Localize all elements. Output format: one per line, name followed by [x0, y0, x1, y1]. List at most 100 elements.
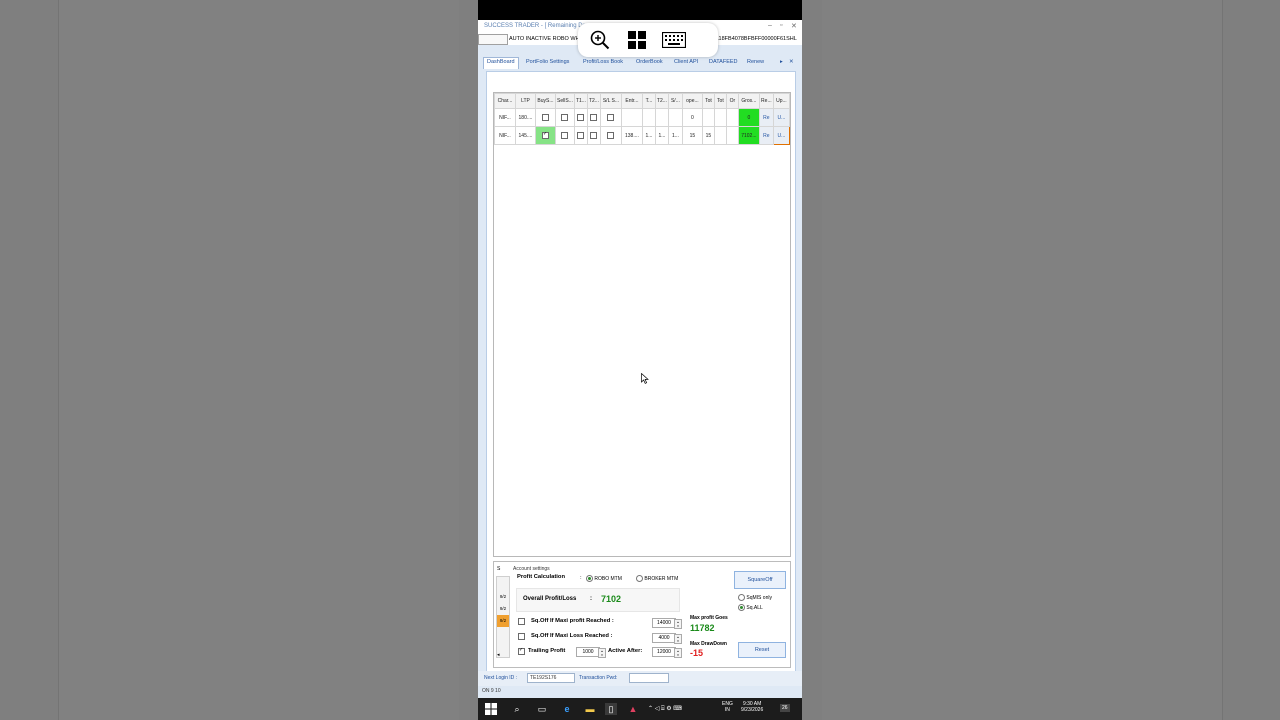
- update-row-button[interactable]: U...: [772, 126, 791, 145]
- column-header[interactable]: Entr...: [620, 93, 643, 109]
- sqall-radio[interactable]: Sq.ALL: [738, 604, 763, 611]
- tray-icons[interactable]: ⌃ ◁ ⌸ ⚙ ⌨: [648, 705, 682, 713]
- tab-profit-loss-book[interactable]: Profit/Loss Book: [583, 59, 623, 65]
- status-input-box[interactable]: [478, 34, 508, 45]
- squareoff-button[interactable]: SquareOff: [734, 571, 786, 589]
- column-header[interactable]: Gros...: [737, 93, 760, 109]
- robo-mtm-radio-dot[interactable]: [586, 575, 593, 582]
- reset-row-button[interactable]: Re: [758, 126, 774, 145]
- maxi-profit-checkbox-box[interactable]: [518, 618, 525, 625]
- start-icon[interactable]: [485, 703, 497, 715]
- clock[interactable]: 9:30 AM 9/23/2026: [741, 701, 763, 713]
- sqmis-radio-dot[interactable]: [738, 594, 745, 601]
- column-header[interactable]: Or: [725, 93, 739, 109]
- tab-portfolio-settings[interactable]: PortFolio Settings: [526, 59, 569, 65]
- t1-checkbox[interactable]: [577, 132, 585, 139]
- tab-client-api[interactable]: Client API: [674, 59, 698, 65]
- buy-checkbox[interactable]: [541, 114, 549, 121]
- cell-t2[interactable]: [586, 126, 601, 145]
- tab-close-icon[interactable]: ✕: [789, 59, 794, 65]
- sqall-radio-dot[interactable]: [738, 604, 745, 611]
- sell-checkbox[interactable]: [561, 114, 569, 121]
- close-icon[interactable]: ✕: [791, 22, 797, 30]
- column-header[interactable]: T...: [641, 93, 656, 109]
- cell-buy[interactable]: [534, 108, 556, 127]
- column-header[interactable]: BuyS...: [534, 93, 556, 109]
- zoom-icon[interactable]: [590, 30, 610, 50]
- buy-checkbox[interactable]: [541, 131, 549, 139]
- sl-checkbox[interactable]: [607, 114, 615, 121]
- sqmis-only-radio[interactable]: SqMIS only: [738, 594, 772, 601]
- windows-logo-icon[interactable]: [628, 31, 646, 49]
- column-header[interactable]: SellS...: [554, 93, 575, 109]
- maxi-profit-checkbox[interactable]: [518, 618, 525, 625]
- column-header[interactable]: T1...: [573, 93, 588, 109]
- date-list[interactable]: 9/2 9/2 9/2 ◂: [496, 576, 510, 658]
- broker-mtm-radio-dot[interactable]: [636, 575, 643, 582]
- update-row-button[interactable]: U...: [772, 108, 791, 127]
- tab-renew[interactable]: Renew: [747, 59, 764, 65]
- txn-pwd-field[interactable]: [629, 673, 669, 683]
- active-after-stepper[interactable]: 12000 ▴ ▾: [652, 647, 682, 658]
- trading-app-icon[interactable]: ▲: [627, 703, 639, 715]
- reset-button[interactable]: Reset: [738, 642, 786, 658]
- trailing-checkbox[interactable]: [518, 647, 525, 655]
- stepper-arrows-icon[interactable]: ▴ ▾: [674, 619, 682, 629]
- maxi-loss-checkbox[interactable]: [518, 633, 525, 640]
- notification-icon[interactable]: 26: [780, 704, 790, 712]
- notepad-icon[interactable]: ▯: [605, 703, 617, 715]
- column-header[interactable]: Up...: [772, 93, 791, 109]
- column-header[interactable]: ope...: [681, 93, 703, 109]
- list-item[interactable]: 9/2: [497, 591, 509, 603]
- column-header[interactable]: Re...: [758, 93, 774, 109]
- maximize-icon[interactable]: ▫: [780, 22, 782, 29]
- maxi-profit-stepper[interactable]: 14000 ▴ ▾: [652, 618, 682, 629]
- list-item[interactable]: 9/2: [497, 603, 509, 615]
- search-icon[interactable]: ⌕: [511, 703, 523, 715]
- task-view-icon[interactable]: ▭: [536, 703, 548, 715]
- column-header[interactable]: S/L S...: [599, 93, 622, 109]
- maxi-loss-checkbox-box[interactable]: [518, 633, 525, 640]
- table-row[interactable]: NIF... 145.... 138.... 1... 1... 1... 15…: [494, 126, 791, 145]
- minimize-icon[interactable]: –: [768, 22, 772, 29]
- stepper-arrows-icon[interactable]: ▴ ▾: [674, 634, 682, 644]
- robo-mtm-radio[interactable]: ROBO MTM: [586, 575, 622, 582]
- cell-sell[interactable]: [554, 126, 575, 145]
- column-header[interactable]: Tot: [713, 93, 727, 109]
- list-item[interactable]: 9/2: [497, 615, 509, 627]
- tab-datafeed[interactable]: DATAFEED: [709, 59, 738, 65]
- t1-checkbox[interactable]: [577, 114, 585, 121]
- broker-mtm-radio[interactable]: BROKER MTM: [636, 575, 678, 582]
- tab-dashboard[interactable]: DashBoard: [483, 57, 519, 69]
- cell-t1[interactable]: [573, 108, 588, 127]
- file-explorer-icon[interactable]: ▬: [584, 703, 596, 715]
- cell-buy[interactable]: [534, 126, 556, 145]
- trailing-stepper[interactable]: 1000 ▴ ▾: [576, 647, 606, 658]
- stepper-arrows-icon[interactable]: ▴ ▾: [674, 648, 682, 658]
- trailing-checkbox-box[interactable]: [518, 647, 525, 655]
- cell-sell[interactable]: [554, 108, 575, 127]
- cell-sl[interactable]: [599, 126, 622, 145]
- edge-browser-icon[interactable]: e: [561, 703, 573, 715]
- cell-sl[interactable]: [599, 108, 622, 127]
- keyboard-icon[interactable]: [662, 32, 686, 48]
- stepper-arrows-icon[interactable]: ▴ ▾: [598, 648, 606, 658]
- language-indicator[interactable]: ENG IN: [722, 701, 733, 713]
- column-header[interactable]: T2...: [586, 93, 601, 109]
- sl-checkbox[interactable]: [607, 132, 615, 139]
- maxi-loss-stepper[interactable]: 4000 ▴ ▾: [652, 633, 682, 644]
- table-row[interactable]: NIF... 180.... 0 0 Re U...: [494, 108, 791, 127]
- tab-orderbook[interactable]: OrderBook: [636, 59, 663, 65]
- column-header[interactable]: Tot: [701, 93, 715, 109]
- column-header[interactable]: LTP: [514, 93, 536, 109]
- cell-t1[interactable]: [573, 126, 588, 145]
- cell-t2[interactable]: [586, 108, 601, 127]
- scroll-left-icon[interactable]: ◂: [497, 649, 509, 658]
- t2-checkbox[interactable]: [590, 114, 598, 121]
- column-header[interactable]: S/...: [667, 93, 683, 109]
- reset-row-button[interactable]: Re: [758, 108, 774, 127]
- t2-checkbox[interactable]: [590, 132, 598, 139]
- column-header[interactable]: T2...: [654, 93, 669, 109]
- tab-scroll-right-icon[interactable]: ▸: [780, 59, 783, 65]
- column-header[interactable]: Char...: [494, 93, 516, 109]
